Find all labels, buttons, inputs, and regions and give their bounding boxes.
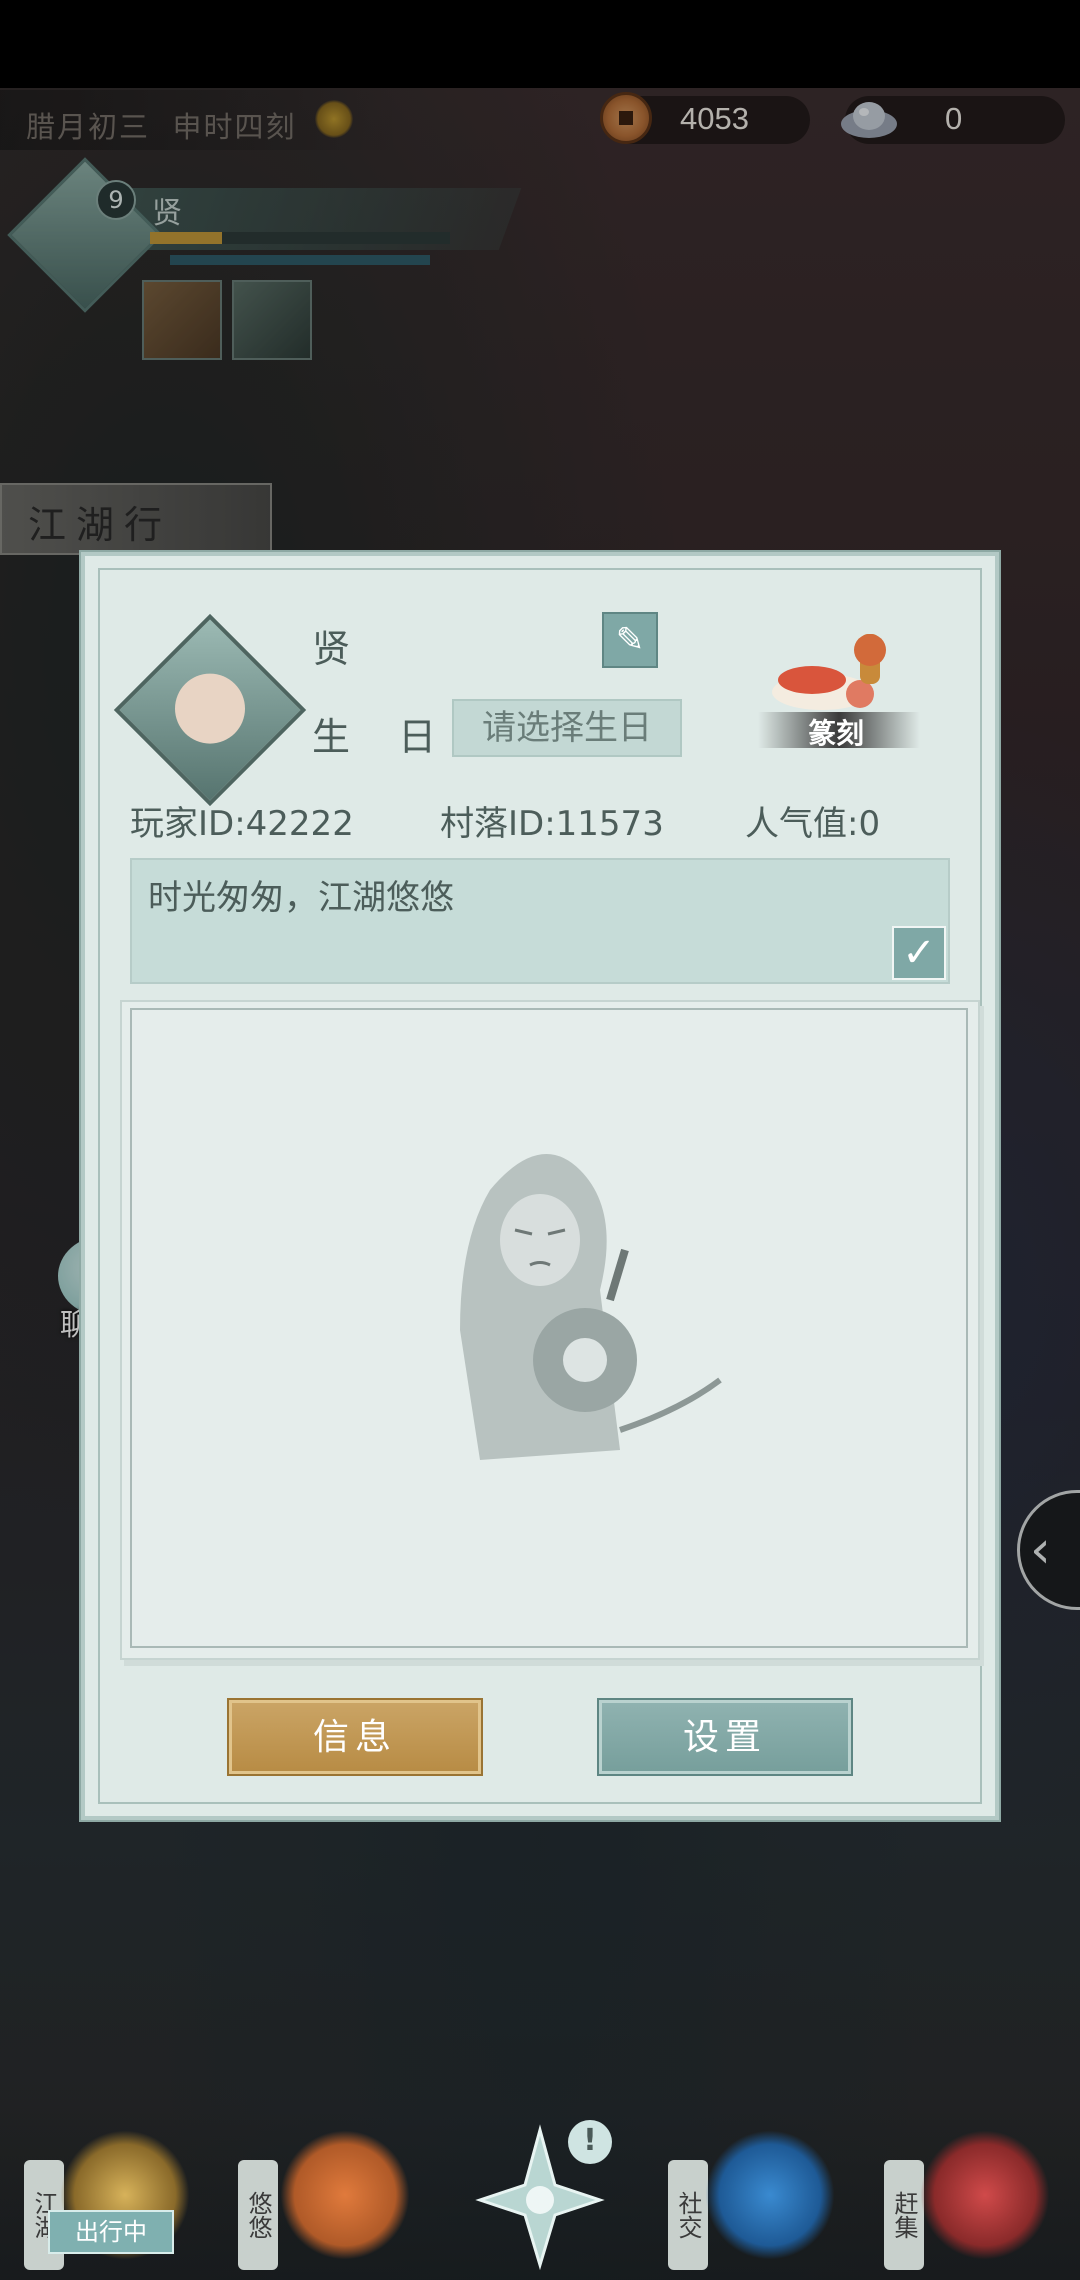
travel-status-badge: 出行中 — [48, 2210, 174, 2254]
alert-badge: ! — [568, 2120, 612, 2164]
popularity: 人气值:0 — [745, 804, 881, 844]
nav-label-social: 社交 — [668, 2160, 708, 2270]
seal-label: 篆刻 — [808, 717, 865, 750]
confirm-signature-button[interactable]: ✓ — [892, 926, 946, 980]
player-id: 玩家ID:42222 — [130, 804, 354, 844]
nav-label-youyou: 悠悠 — [238, 2160, 278, 2270]
nav-youyou-button[interactable] — [280, 2130, 410, 2260]
nav-label-market: 赶集 — [884, 2160, 924, 2270]
info-button[interactable]: 信息 — [229, 1700, 481, 1774]
profile-name: 贤 — [312, 627, 351, 671]
village-id: 村落ID:11573 — [440, 804, 664, 844]
birthday-selector[interactable]: 请选择生日 — [452, 699, 682, 757]
avatar-face — [175, 673, 245, 744]
edit-name-button[interactable]: ✎ — [602, 612, 658, 668]
character-illustration — [460, 1154, 722, 1460]
nav-social-button[interactable] — [705, 2130, 835, 2260]
signature-text: 时光匆匆，江湖悠悠 — [148, 878, 454, 918]
status-bar — [0, 0, 1080, 88]
nav-market-button[interactable] — [920, 2130, 1050, 2260]
settings-button[interactable]: 设置 — [599, 1700, 851, 1774]
